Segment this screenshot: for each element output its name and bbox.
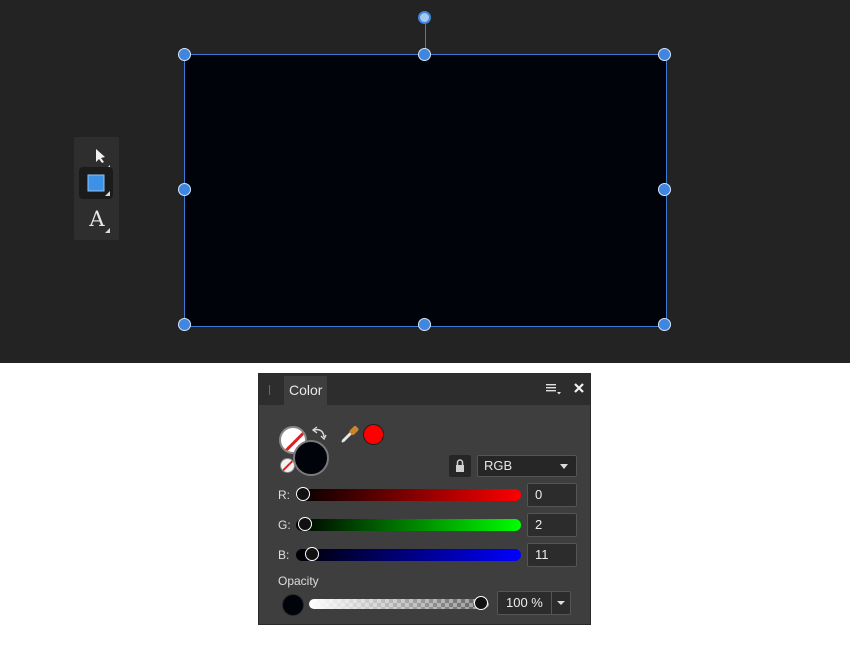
green-slider-knob[interactable] — [297, 517, 312, 531]
lock-button[interactable] — [449, 455, 471, 477]
panel-menu-icon[interactable] — [546, 382, 561, 396]
resize-handle-bottom-right[interactable] — [658, 318, 671, 331]
text-tool-button[interactable]: A — [79, 204, 113, 236]
color-model-select[interactable]: RGB — [477, 455, 577, 477]
fill-stroke-swatches — [279, 426, 339, 476]
canvas-area[interactable]: A — [0, 0, 850, 363]
opacity-field[interactable]: 100 % — [497, 591, 571, 615]
opacity-value: 100 % — [506, 595, 543, 610]
chevron-down-icon — [557, 601, 565, 605]
lock-icon — [456, 459, 464, 472]
tab-color[interactable]: Color — [284, 376, 328, 405]
text-tool-icon: A — [89, 207, 105, 231]
resize-handle-bottom[interactable] — [418, 318, 431, 331]
swap-colors-icon[interactable] — [311, 426, 327, 442]
color-model-value: RGB — [484, 458, 513, 473]
panel-header: Color — [259, 374, 590, 405]
picked-color-swatch[interactable] — [363, 424, 384, 445]
tools-toolbar: A — [74, 137, 119, 240]
color-panel: Color RGB R: 0 G: 2 B: 11 Opacity 100 % — [259, 374, 590, 624]
green-slider[interactable] — [296, 517, 521, 531]
red-value-field[interactable]: 0 — [527, 483, 577, 507]
red-label: R: — [278, 488, 290, 502]
selected-rectangle-shape[interactable] — [185, 55, 666, 326]
opacity-slider[interactable] — [309, 596, 489, 610]
resize-handle-bottom-left[interactable] — [178, 318, 191, 331]
stroke-swatch[interactable] — [293, 440, 329, 476]
tool-flyout-indicator — [105, 191, 110, 196]
opacity-color-swatch — [282, 594, 304, 616]
no-color-swatch[interactable] — [280, 458, 295, 473]
eyedropper-icon[interactable] — [339, 423, 361, 445]
blue-value-field[interactable]: 11 — [527, 543, 577, 567]
green-label: G: — [278, 518, 291, 532]
blue-slider[interactable] — [296, 547, 521, 561]
resize-handle-top[interactable] — [418, 48, 431, 61]
resize-handle-right[interactable] — [658, 183, 671, 196]
rectangle-tool-button[interactable] — [79, 167, 113, 199]
rotation-handle[interactable] — [418, 11, 431, 24]
close-icon[interactable] — [571, 380, 587, 396]
tool-flyout-indicator — [105, 228, 110, 233]
opacity-label: Opacity — [278, 574, 319, 588]
blue-label: B: — [278, 548, 290, 562]
opacity-slider-knob[interactable] — [474, 596, 488, 610]
chevron-down-icon — [560, 464, 568, 469]
resize-handle-top-right[interactable] — [658, 48, 671, 61]
red-slider[interactable] — [296, 487, 521, 501]
blue-slider-knob[interactable] — [305, 547, 320, 561]
green-value-field[interactable]: 2 — [527, 513, 577, 537]
panel-grip[interactable] — [269, 385, 270, 395]
red-slider-knob[interactable] — [296, 487, 310, 501]
opacity-dropdown-button[interactable] — [551, 592, 570, 614]
resize-handle-top-left[interactable] — [178, 48, 191, 61]
resize-handle-left[interactable] — [178, 183, 191, 196]
